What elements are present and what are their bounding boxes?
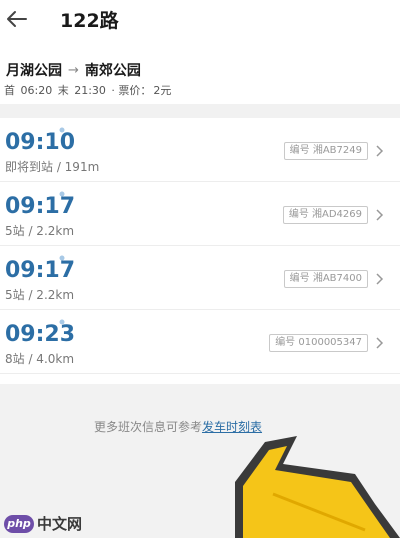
plate-badge: 编号 湘AB7400 [283, 270, 368, 288]
bus-row[interactable]: 09:17 5站 / 2.2km 编号 湘AD4269 [0, 182, 400, 246]
plate-badge: 编号 湘AB7249 [283, 142, 368, 160]
distance-info: 即将到站 / 191m [5, 160, 100, 174]
bus-row[interactable]: 09:10 即将到站 / 191m 编号 湘AB7249 [0, 118, 400, 182]
fare-label: · 票价： [111, 84, 152, 97]
realtime-signal-icon [59, 319, 65, 325]
distance-info: 5站 / 2.2km [5, 224, 75, 238]
bus-row[interactable]: 09:23 8站 / 4.0km 编号 0100005347 [0, 310, 400, 374]
realtime-signal-icon [59, 191, 65, 197]
route-endpoints: 月湖公园 → 南郊公园 [6, 60, 141, 80]
pointer-arrow-icon [235, 436, 400, 538]
chevron-right-icon [376, 209, 384, 221]
more-schedule-hint: 更多班次信息可参考发车时刻表 [94, 418, 262, 435]
plate-badge: 编号 湘AD4269 [282, 206, 368, 224]
first-bus-time: 06:20 [20, 84, 53, 97]
realtime-signal-icon [59, 127, 65, 133]
realtime-signal-icon [59, 255, 65, 261]
schedule-line: 首 06:20 末 21:30 · 票价： 2元 [4, 82, 173, 98]
route-arrow-icon: → [68, 62, 79, 78]
chevron-right-icon [376, 337, 384, 349]
last-bus-time: 21:30 [74, 84, 106, 97]
last-bus-label: 末 [57, 84, 69, 97]
distance-info: 5站 / 2.2km [5, 288, 75, 302]
watermark-text: 中文网 [37, 515, 83, 533]
section-divider [0, 104, 400, 118]
site-watermark: php 中文网 [4, 513, 82, 534]
chevron-right-icon [376, 145, 384, 157]
chevron-right-icon [376, 273, 384, 285]
page-title: 122路 [60, 10, 119, 32]
timetable-link[interactable]: 发车时刻表 [202, 420, 262, 434]
distance-info: 8站 / 4.0km [5, 352, 75, 366]
fare-value: 2元 [153, 84, 172, 97]
bus-row[interactable]: 09:17 5站 / 2.2km 编号 湘AB7400 [0, 246, 400, 310]
route-to: 南郊公园 [84, 63, 141, 79]
route-from: 月湖公园 [6, 63, 62, 79]
more-schedule-prefix: 更多班次信息可参考 [94, 420, 203, 434]
php-logo: php [4, 514, 34, 533]
back-arrow-icon[interactable] [4, 6, 30, 32]
top-bar: 122路 [0, 0, 400, 40]
first-bus-label: 首 [4, 84, 15, 97]
plate-badge: 编号 0100005347 [269, 334, 368, 352]
bus-list: 09:10 即将到站 / 191m 编号 湘AB7249 09:17 5站 / … [0, 118, 400, 374]
